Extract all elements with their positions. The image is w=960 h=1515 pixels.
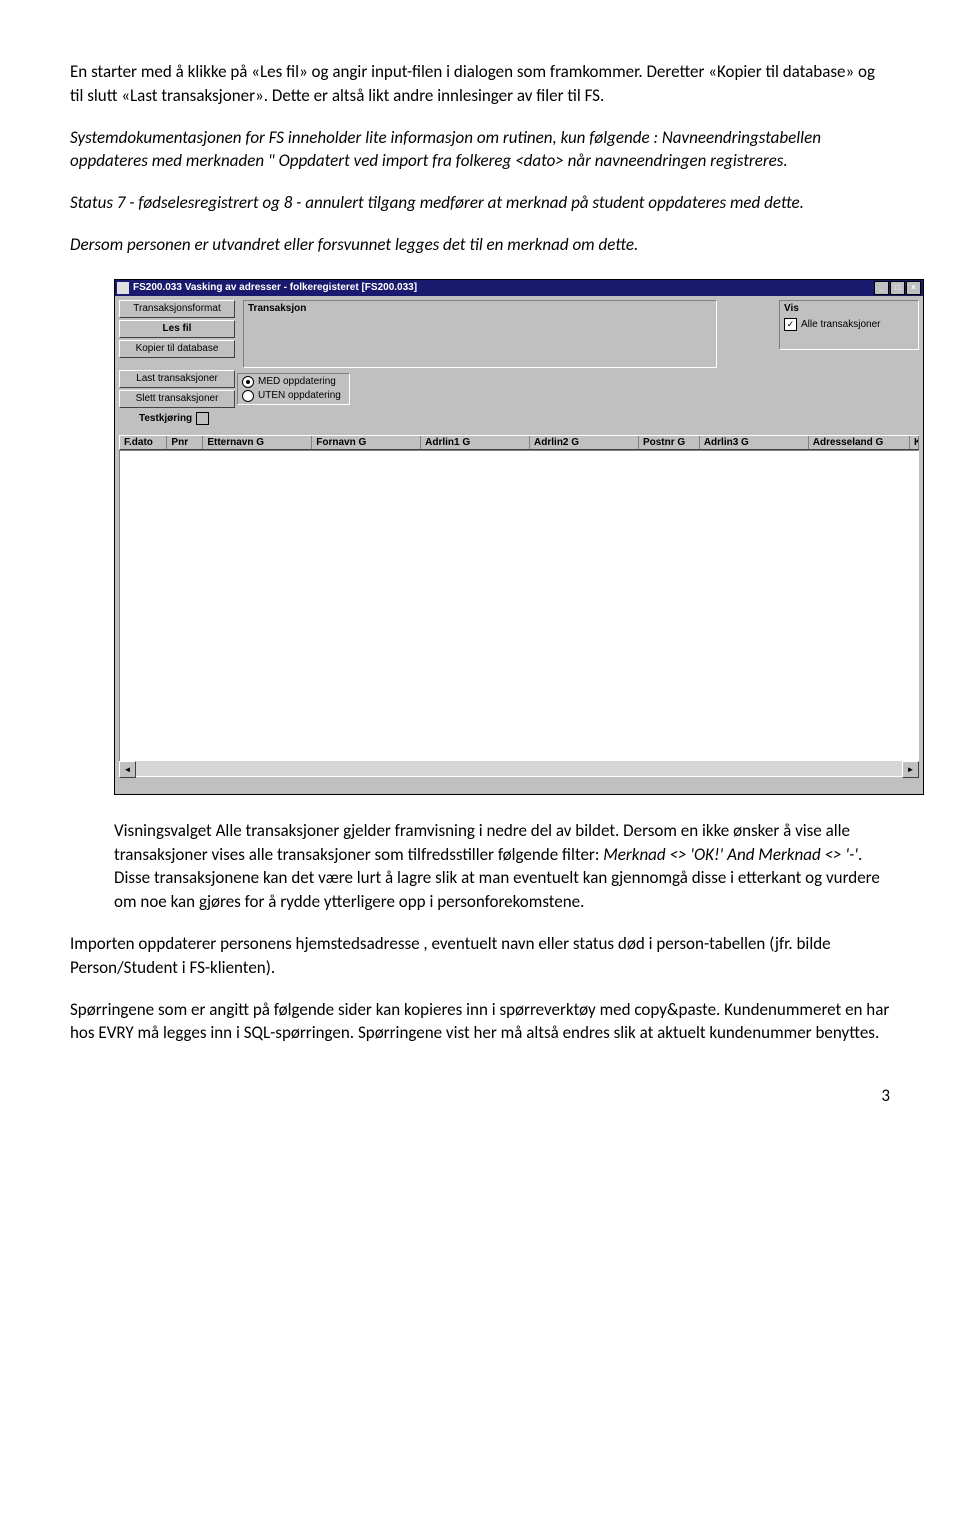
testkjoring-checkbox[interactable] [196,412,209,425]
data-grid[interactable] [119,450,919,761]
page-number: 3 [70,1085,890,1106]
oppdatering-radio-group: MED oppdatering UTEN oppdatering [237,373,350,405]
paragraph-3: Status 7 - fødselesregistrert og 8 - ann… [70,191,890,215]
close-button[interactable]: × [906,281,921,295]
paragraph-1: En starter med å klikke på «Les fil» og … [70,60,890,108]
col-fdato[interactable]: F.dato [120,436,167,449]
app-screenshot: FS200.033 Vasking av adresser - folkereg… [114,279,890,795]
slett-transaksjoner-button[interactable]: Slett transaksjoner [119,390,235,408]
col-fornavn[interactable]: Fornavn G [312,436,421,449]
statusbar [119,776,919,792]
paragraph-5: Visningsvalget Alle transaksjoner gjelde… [114,819,890,914]
app-icon [117,282,129,294]
col-adrlin1[interactable]: Adrlin1 G [421,436,530,449]
testkjoring-label: Testkjøring [139,413,192,424]
para5-filter-expression: Merknad <> 'OK!' And Merknad <> '-' [603,844,858,865]
horizontal-scrollbar[interactable]: ◄ ► [119,761,919,776]
transaksjon-label: Transaksjon [248,303,306,314]
vis-label: Vis [784,303,799,314]
kopier-til-database-button[interactable]: Kopier til database [119,340,235,358]
uten-oppdatering-radio[interactable] [242,390,254,402]
window-title: FS200.033 Vasking av adresser - folkereg… [133,282,417,293]
last-transaksjoner-button[interactable]: Last transaksjoner [119,370,235,388]
les-fil-button[interactable]: Les fil [119,320,235,338]
maximize-button[interactable]: □ [890,281,905,295]
transaksjonsformat-button[interactable]: Transaksjonsformat [119,300,235,318]
paragraph-2: Systemdokumentasjonen for FS inneholder … [70,126,890,174]
alle-transaksjoner-checkbox[interactable]: ✓ [784,318,797,331]
paragraph-7: Spørringene som er angitt på følgende si… [70,998,890,1046]
scroll-right-icon[interactable]: ► [902,761,919,778]
col-adrlin2[interactable]: Adrlin2 G [530,436,639,449]
med-oppdatering-radio[interactable] [242,376,254,388]
paragraph-6: Importen oppdaterer personens hjemstedsa… [70,932,890,980]
col-pnr[interactable]: Pnr [167,436,203,449]
client-area: Transaksjonsformat Les fil Kopier til da… [115,296,923,794]
transaksjon-groupbox: Transaksjon [243,300,717,368]
col-adresseland[interactable]: Adresseland G [809,436,910,449]
alle-transaksjoner-label: Alle transaksjoner [801,319,880,330]
app-window: FS200.033 Vasking av adresser - folkereg… [114,279,924,795]
paragraph-4: Dersom personen er utvandret eller forsv… [70,233,890,257]
col-postnr[interactable]: Postnr G [639,436,700,449]
table-header: F.dato Pnr Etternavn G Fornavn G Adrlin1… [119,435,919,450]
titlebar[interactable]: FS200.033 Vasking av adresser - folkereg… [115,280,923,296]
col-adrlin3[interactable]: Adrlin3 G [700,436,809,449]
med-oppdatering-label: MED oppdatering [258,376,336,387]
uten-oppdatering-label: UTEN oppdatering [258,390,341,401]
scroll-left-icon[interactable]: ◄ [119,761,136,778]
scroll-track[interactable] [136,761,902,776]
minimize-button[interactable]: _ [874,281,889,295]
vis-groupbox: Vis ✓ Alle transaksjoner [779,300,919,350]
col-etternavn[interactable]: Etternavn G [203,436,312,449]
col-kd[interactable]: Kd [910,436,919,449]
